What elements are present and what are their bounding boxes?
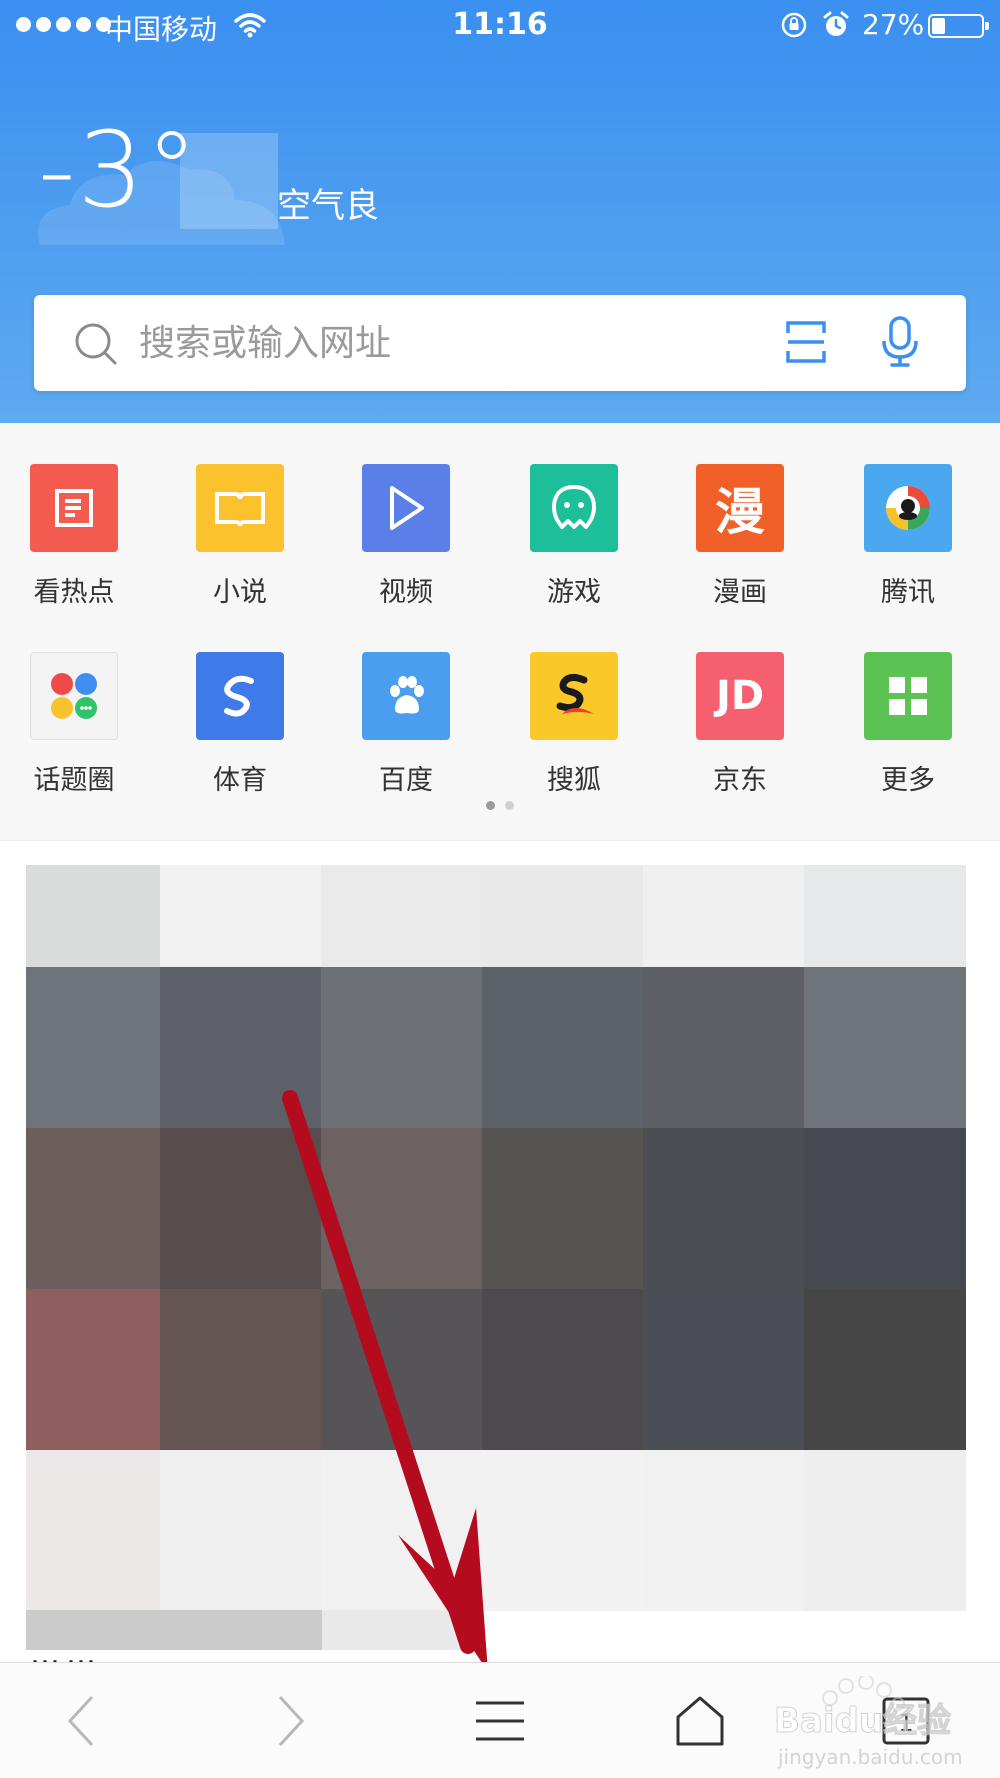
rotation-lock-icon bbox=[781, 12, 807, 38]
page-dot[interactable] bbox=[505, 801, 514, 810]
search-bar[interactable] bbox=[34, 295, 966, 391]
shortcut-baidu-paw[interactable]: 百度 bbox=[336, 652, 476, 797]
feed-partial-text: …… bbox=[30, 1637, 102, 1665]
sohu-icon bbox=[530, 652, 618, 740]
tabs-button[interactable]: 1 bbox=[836, 1663, 976, 1778]
pixelated-image[interactable] bbox=[26, 865, 974, 1645]
page-indicator bbox=[0, 801, 1000, 810]
shortcut-label: 更多 bbox=[881, 765, 935, 796]
shortcut-topic-circle[interactable]: 话题圈 bbox=[4, 652, 144, 797]
page-dot[interactable] bbox=[486, 801, 495, 810]
shortcut-sports[interactable]: 体育 bbox=[170, 652, 310, 797]
search-input[interactable] bbox=[139, 313, 699, 373]
jd-icon: JD bbox=[696, 652, 784, 740]
shortcut-more-apps[interactable]: 更多 bbox=[838, 652, 978, 797]
play-icon bbox=[362, 464, 450, 552]
hot-news-icon bbox=[30, 464, 118, 552]
header: 中国移动 11:16 27% -3° 空气良 bbox=[0, 0, 1000, 423]
shortcut-tencent[interactable]: 腾讯 bbox=[838, 464, 978, 609]
back-icon bbox=[67, 1695, 94, 1747]
shortcut-hot-news[interactable]: 看热点 bbox=[4, 464, 144, 609]
game-icon bbox=[530, 464, 618, 552]
battery-percent: 27% bbox=[862, 8, 925, 41]
shortcut-label: 小说 bbox=[213, 577, 267, 608]
shortcut-label: 京东 bbox=[713, 765, 767, 796]
home-icon bbox=[676, 1696, 724, 1746]
shortcut-label: 漫画 bbox=[713, 577, 767, 608]
forward-icon bbox=[278, 1695, 305, 1747]
battery-icon bbox=[928, 14, 989, 38]
home-button[interactable] bbox=[630, 1663, 770, 1778]
shortcut-book[interactable]: 小说 bbox=[170, 464, 310, 609]
shortcut-label: 视频 bbox=[379, 577, 433, 608]
menu-icon bbox=[476, 1701, 524, 1741]
microphone-icon[interactable] bbox=[880, 315, 920, 367]
news-feed-card[interactable]: …… bbox=[26, 865, 974, 1665]
book-icon bbox=[196, 464, 284, 552]
svg-text:1: 1 bbox=[898, 1709, 913, 1737]
alarm-icon bbox=[823, 11, 849, 36]
sports-icon bbox=[196, 652, 284, 740]
shortcut-label: 搜狐 bbox=[547, 765, 601, 796]
forward-button[interactable] bbox=[220, 1663, 360, 1778]
shortcut-label: 体育 bbox=[213, 765, 267, 796]
tabs-icon: 1 bbox=[882, 1697, 930, 1745]
baidu-paw-icon bbox=[362, 652, 450, 740]
shortcut-game[interactable]: 游戏 bbox=[504, 464, 644, 609]
feed-title-blur bbox=[322, 1610, 482, 1650]
shortcut-play[interactable]: 视频 bbox=[336, 464, 476, 609]
shortcut-label: 看热点 bbox=[33, 577, 115, 608]
shortcut-comic[interactable]: 漫漫画 bbox=[670, 464, 810, 609]
air-quality-label[interactable]: 空气良 bbox=[277, 178, 379, 227]
shortcut-label: 游戏 bbox=[547, 577, 601, 608]
topic-circle-icon bbox=[30, 652, 118, 740]
more-apps-icon bbox=[864, 652, 952, 740]
comic-icon: 漫 bbox=[696, 464, 784, 552]
weather-temperature[interactable]: -3° bbox=[38, 118, 200, 222]
weather-condition-blurred bbox=[180, 133, 278, 229]
shortcut-label: 腾讯 bbox=[881, 577, 935, 608]
back-button[interactable] bbox=[12, 1663, 152, 1778]
search-icon bbox=[75, 323, 117, 365]
shortcut-label: 百度 bbox=[379, 765, 433, 796]
status-bar: 中国移动 11:16 27% bbox=[0, 0, 1000, 50]
bottom-toolbar: 1 bbox=[0, 1662, 1000, 1778]
shortcut-jd[interactable]: JD 京东 bbox=[670, 652, 810, 797]
status-time: 11:16 bbox=[452, 7, 548, 42]
shortcut-grid: 看热点 小说 视频 游戏漫漫画 腾讯 话题圈 体育 百度 搜狐 JD 京东 更多 bbox=[0, 423, 1000, 841]
shortcut-sohu[interactable]: 搜狐 bbox=[504, 652, 644, 797]
shortcut-label: 话题圈 bbox=[33, 765, 115, 796]
menu-button[interactable] bbox=[430, 1663, 570, 1778]
tencent-icon bbox=[864, 464, 952, 552]
scan-icon[interactable] bbox=[784, 319, 828, 365]
